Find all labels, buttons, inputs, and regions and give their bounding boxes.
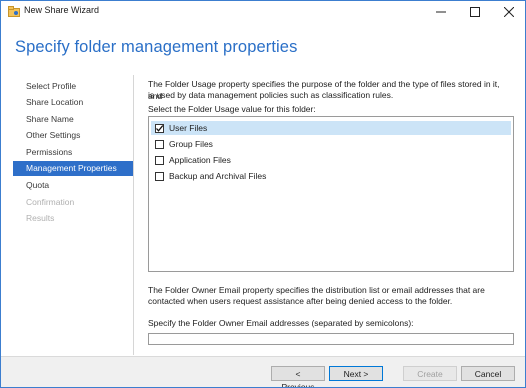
sidebar-item-select-profile[interactable]: Select Profile — [13, 79, 133, 94]
owner-email-field[interactable] — [148, 333, 514, 345]
usage-option-application-files[interactable]: Application Files — [151, 153, 511, 167]
usage-description-line-2: is used by data management policies such… — [148, 90, 394, 100]
close-button[interactable] — [493, 1, 525, 22]
owner-email-label: Specify the Folder Owner Email addresses… — [148, 318, 414, 328]
minimize-button[interactable] — [425, 1, 457, 22]
owner-description-line-1: The Folder Owner Email property specifie… — [148, 285, 485, 295]
usage-checkbox-user-files[interactable] — [155, 123, 164, 133]
cancel-button[interactable]: Cancel — [461, 366, 515, 381]
next-button[interactable]: Next > — [329, 366, 383, 381]
usage-prompt-label: Select the Folder Usage value for this f… — [148, 104, 316, 114]
page-title: Specify folder management properties — [15, 38, 298, 56]
main-content: The Folder Usage property specifies the … — [148, 79, 516, 349]
usage-option-user-files[interactable]: User Files — [151, 121, 511, 135]
usage-option-group-files[interactable]: Group Files — [151, 137, 511, 151]
folder-usage-list[interactable]: User Files Group Files Application Files… — [148, 116, 514, 272]
usage-option-label: User Files — [169, 123, 208, 133]
usage-option-label: Backup and Archival Files — [169, 171, 267, 181]
sidebar-item-management-properties[interactable]: Management Properties — [13, 161, 133, 176]
sidebar-item-share-location[interactable]: Share Location — [13, 95, 133, 110]
checkmark-icon — [156, 124, 164, 132]
sidebar-item-results: Results — [26, 213, 55, 223]
wizard-window: New Share Wizard Specify folder manageme… — [0, 0, 526, 388]
wizard-steps-nav: Select Profile Share Location Share Name… — [13, 75, 134, 355]
sidebar-item-share-name[interactable]: Share Name — [13, 112, 133, 127]
window-title: New Share Wizard — [24, 5, 100, 15]
previous-button[interactable]: < Previous — [271, 366, 325, 387]
owner-description-line-2: contacted when users request assistance … — [148, 296, 453, 306]
sidebar-item-confirmation: Confirmation — [26, 197, 75, 207]
share-wizard-icon — [8, 6, 20, 17]
create-button: Create — [403, 366, 457, 381]
usage-checkbox-application-files[interactable] — [155, 155, 164, 165]
maximize-button[interactable] — [459, 1, 491, 22]
usage-checkbox-group-files[interactable] — [155, 139, 164, 149]
maximize-icon — [470, 6, 480, 17]
usage-option-backup-archival-files[interactable]: Backup and Archival Files — [151, 169, 511, 183]
usage-checkbox-backup-archival-files[interactable] — [155, 171, 164, 181]
usage-option-label: Application Files — [169, 155, 231, 165]
usage-option-label: Group Files — [169, 139, 213, 149]
minimize-icon — [436, 11, 446, 12]
close-icon — [504, 6, 514, 17]
sidebar-item-quota[interactable]: Quota — [13, 178, 133, 193]
wizard-footer: < Previous Next > Create Cancel — [1, 356, 525, 387]
wizard-header: Specify folder management properties — [1, 22, 525, 67]
title-bar: New Share Wizard — [1, 1, 525, 22]
sidebar-item-permissions[interactable]: Permissions — [13, 145, 133, 160]
sidebar-item-other-settings[interactable]: Other Settings — [13, 128, 133, 143]
